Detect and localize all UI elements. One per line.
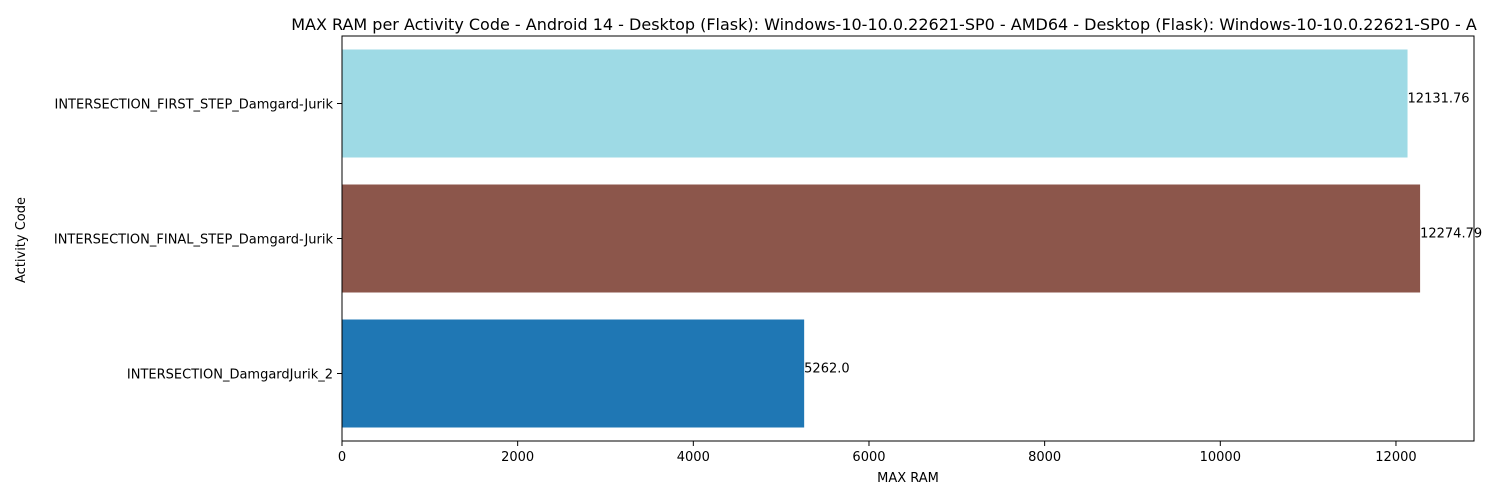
bar	[342, 49, 1408, 158]
bar-value-label: 12131.76	[1408, 92, 1470, 107]
bar-value-label: 5262.0	[804, 362, 850, 377]
y-axis: INTERSECTION_FIRST_STEP_Damgard-Jurik INT…	[54, 98, 342, 383]
x-axis: 0 2000 4000 6000 8000 10000 12000	[338, 441, 1417, 465]
bars-group: 12131.76 12274.79 5262.0	[342, 49, 1482, 428]
x-tick-label: 12000	[1375, 450, 1416, 465]
x-tick-label: 8000	[1028, 450, 1061, 465]
bar	[342, 319, 805, 428]
chart-title: MAX RAM per Activity Code - Android 14 -…	[291, 15, 1477, 34]
bar	[342, 184, 1421, 293]
y-axis-label: Activity Code	[14, 197, 29, 283]
x-tick-label: 0	[338, 450, 346, 465]
x-tick-label: 4000	[677, 450, 710, 465]
x-axis-label: MAX RAM	[877, 471, 939, 486]
y-tick-label: INTERSECTION_FINAL_STEP_Damgard-Jurik	[54, 233, 334, 248]
x-tick-label: 2000	[501, 450, 534, 465]
x-tick-label: 10000	[1200, 450, 1241, 465]
bar-chart: MAX RAM per Activity Code - Android 14 -…	[14, 15, 1482, 486]
x-tick-label: 6000	[852, 450, 885, 465]
bar-value-label: 12274.79	[1420, 227, 1482, 242]
y-tick-label: INTERSECTION_DamgardJurik_2	[127, 368, 333, 383]
y-tick-label: INTERSECTION_FIRST_STEP_Damgard-Jurik	[54, 98, 333, 113]
